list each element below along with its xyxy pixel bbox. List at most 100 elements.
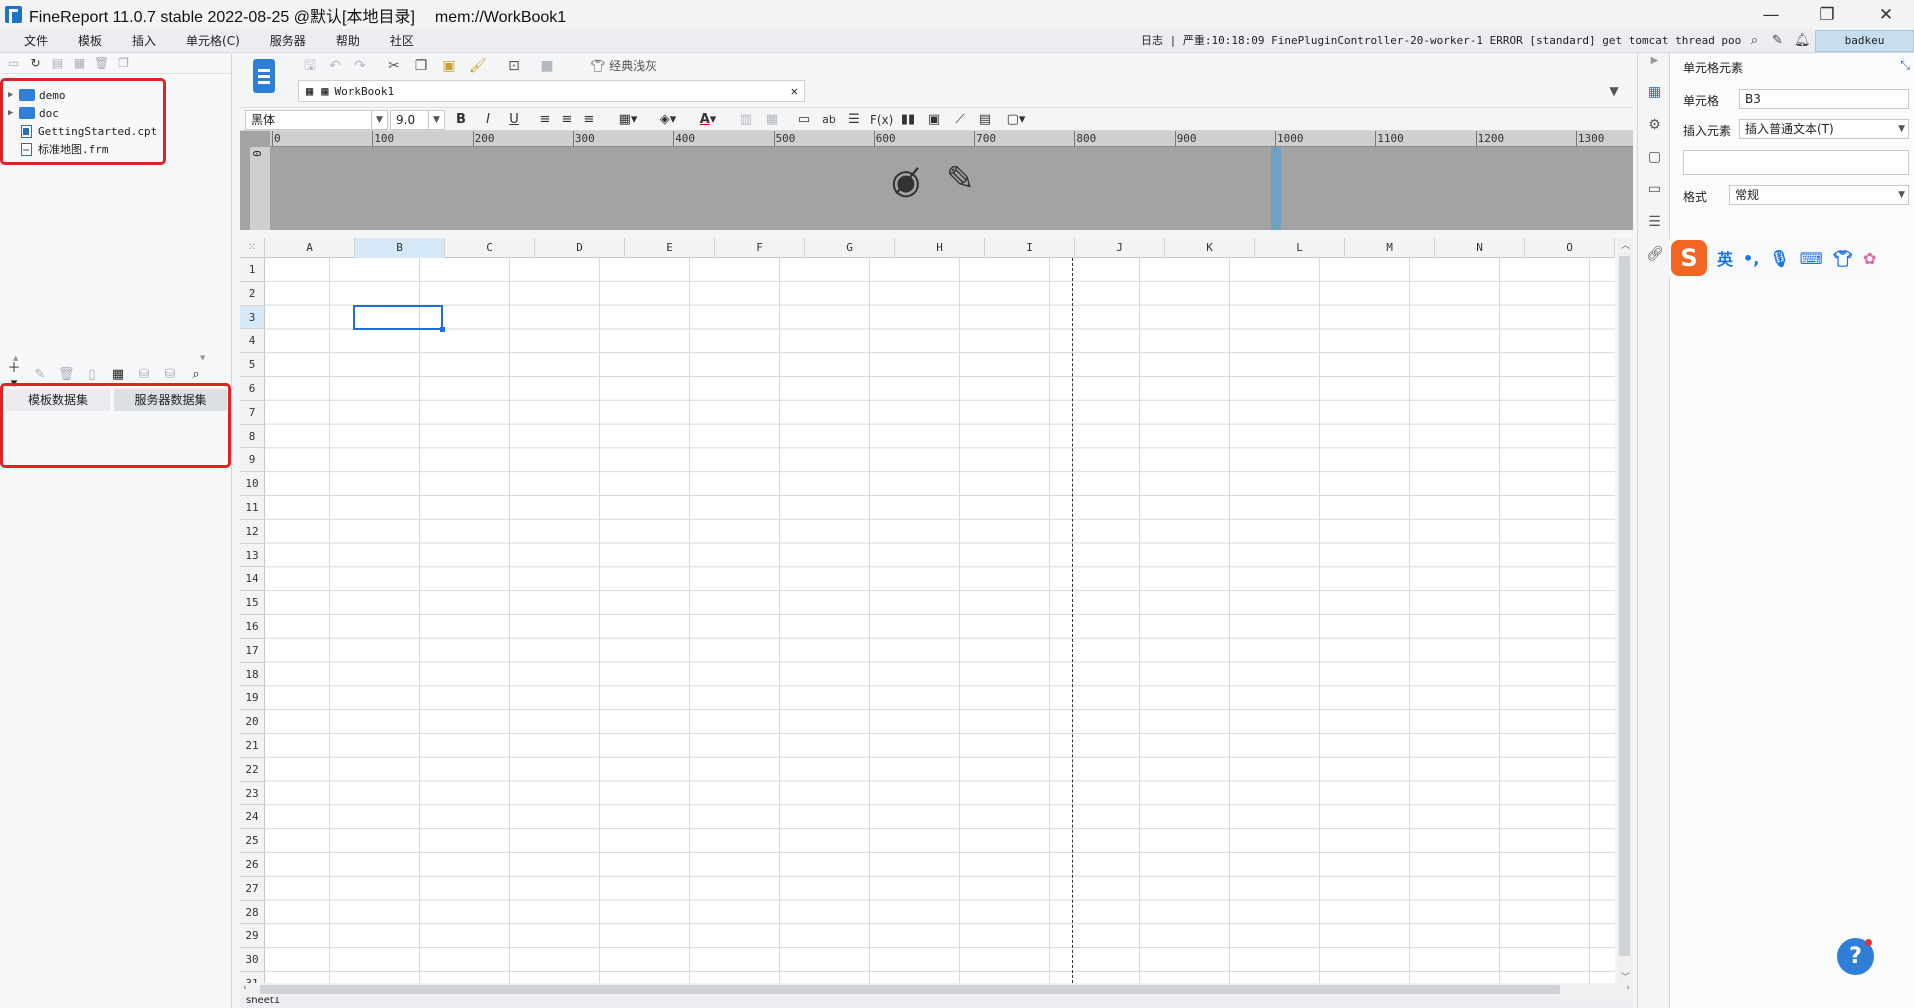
column-header-b[interactable]: B <box>355 238 445 258</box>
tab-workbook1[interactable]: ▦ ▦ WorkBook1 ✕ <box>298 80 805 102</box>
column-header-o[interactable]: O <box>1525 238 1615 258</box>
delete-icon[interactable]: 🗑︎ <box>94 57 109 70</box>
menu-cell[interactable]: 单元格(C) <box>174 29 252 53</box>
underline-icon[interactable]: U <box>506 111 522 129</box>
menu-community[interactable]: 社区 <box>378 29 426 53</box>
font-family-select[interactable]: 黑体 ▼ <box>245 110 388 130</box>
data-column-icon[interactable]: ▭ <box>796 111 812 129</box>
user-badge[interactable]: badkeu <box>1815 30 1914 52</box>
delete-dataset-icon[interactable]: 🗑︎ <box>58 367 75 382</box>
fill-color-icon[interactable]: ◈▾ <box>654 111 682 129</box>
vertical-scrollbar[interactable]: ︿ ﹀ <box>1617 238 1633 983</box>
sheet-tab[interactable]: sheet1 <box>246 997 280 1006</box>
column-header-f[interactable]: F <box>715 238 805 258</box>
align-center-icon[interactable]: ≡ <box>559 111 575 129</box>
row-header-26[interactable]: 26 <box>240 853 265 877</box>
row-header-13[interactable]: 13 <box>240 543 265 568</box>
format-painter-icon[interactable]: 🖌︎ <box>469 57 487 75</box>
close-icon[interactable]: ✕ <box>1858 0 1914 29</box>
edit-dataset-icon[interactable]: ✎ <box>32 367 48 382</box>
column-header-a[interactable]: A <box>265 238 355 258</box>
text-icon[interactable]: ab <box>821 111 837 129</box>
row-header-14[interactable]: 14 <box>240 567 265 592</box>
pin-icon[interactable]: ⤡ <box>1900 58 1910 73</box>
bell-icon[interactable]: 🔔︎ <box>1794 33 1811 48</box>
row-header-11[interactable]: 11 <box>240 496 265 520</box>
slash-icon[interactable]: ⟋ <box>952 111 968 129</box>
scroll-up-icon[interactable]: ︿ <box>1621 238 1630 251</box>
scroll-down-icon[interactable]: ﹀ <box>1621 970 1630 983</box>
more-insert-icon[interactable]: ▢▾ <box>1002 111 1030 129</box>
row-header-8[interactable]: 8 <box>240 424 265 449</box>
cell-attribute-icon[interactable]: ⚙ <box>1646 117 1663 134</box>
redo-icon[interactable]: ↷ <box>352 57 368 75</box>
rich-text-icon[interactable]: ☰ <box>846 111 862 129</box>
row-header-21[interactable]: 21 <box>240 734 265 758</box>
collapse-down-icon[interactable]: ▼ <box>200 354 205 362</box>
preview-dataset-icon[interactable]: ▦ <box>110 367 126 382</box>
keyboard-icon[interactable]: ⌨ <box>1800 249 1823 268</box>
copy-dataset-icon[interactable]: ▯ <box>84 367 100 382</box>
row-header-4[interactable]: 4 <box>240 329 265 354</box>
log-message[interactable]: 日志 | 严重:10:18:09 FinePluginController-20… <box>1141 29 1741 53</box>
row-header-29[interactable]: 29 <box>240 924 265 949</box>
row-header-28[interactable]: 28 <box>240 900 265 925</box>
restore-icon[interactable]: ❐ <box>1799 0 1855 29</box>
merge-cell-icon[interactable]: ▥ <box>738 111 754 129</box>
minimize-icon[interactable]: — <box>1743 0 1799 29</box>
open-icon[interactable]: ▤ <box>50 57 65 70</box>
row-header-18[interactable]: 18 <box>240 662 265 687</box>
menu-help[interactable]: 帮助 <box>324 29 372 53</box>
search-icon[interactable]: ⌕ <box>1747 33 1762 48</box>
scroll-left-icon[interactable]: ‹ <box>243 983 247 993</box>
eye-hidden-icon[interactable]: ◉̸ <box>891 162 921 202</box>
column-header-n[interactable]: N <box>1435 238 1525 258</box>
new-folder-icon[interactable]: ▭ <box>6 57 21 70</box>
tree-item-demo[interactable]: ▶ demo <box>8 86 66 104</box>
cell-element-icon[interactable]: ▦ <box>1646 84 1663 101</box>
border-icon[interactable]: ▦▾ <box>614 111 642 129</box>
style-button[interactable]: 👕︎ 经典浅灰 <box>590 57 670 75</box>
menu-server[interactable]: 服务器 <box>258 29 318 53</box>
row-header-19[interactable]: 19 <box>240 686 265 711</box>
ime-language[interactable]: 英 <box>1717 246 1733 270</box>
page-break-marker[interactable] <box>1271 147 1281 230</box>
font-size-select[interactable]: 9.0 ▼ <box>390 110 445 130</box>
column-header-j[interactable]: J <box>1075 238 1165 258</box>
column-header-h[interactable]: H <box>895 238 985 258</box>
align-left-icon[interactable]: ≡ <box>537 111 553 129</box>
scroll-thumb[interactable] <box>1619 256 1630 956</box>
hyperlink-icon[interactable]: 🔗︎ <box>1646 246 1664 263</box>
collapse-right-icon[interactable]: ▶ <box>1646 52 1663 69</box>
row-header-10[interactable]: 10 <box>240 472 265 496</box>
panel-splitter[interactable]: ▲ ▼ <box>0 354 231 362</box>
preview-icon[interactable]: ⊡ <box>506 57 522 75</box>
scroll-right-icon[interactable]: › <box>1626 983 1630 993</box>
row-header-30[interactable]: 30 <box>240 948 265 972</box>
widget-icon[interactable]: ■ <box>539 57 555 75</box>
close-tab-icon[interactable]: ✕ <box>791 84 798 98</box>
microphone-icon[interactable]: 🎙︎ <box>1769 249 1789 268</box>
row-header-3[interactable]: 3 <box>240 305 265 330</box>
cell-field[interactable]: B3 <box>1739 89 1909 109</box>
tab-template-dataset[interactable]: 模板数据集 <box>6 389 110 411</box>
menu-template[interactable]: 模板 <box>66 29 114 53</box>
column-header-k[interactable]: K <box>1165 238 1255 258</box>
form-icon[interactable]: ☰ <box>1646 214 1663 231</box>
apps-icon[interactable]: ✿ <box>1863 249 1876 268</box>
widget-settings-icon[interactable]: ▢ <box>1646 149 1663 166</box>
column-header-c[interactable]: C <box>445 238 535 258</box>
pencil-icon[interactable]: ✎ <box>946 159 975 199</box>
row-header-5[interactable]: 5 <box>240 353 265 377</box>
row-header-20[interactable]: 20 <box>240 710 265 734</box>
column-header-d[interactable]: D <box>535 238 625 258</box>
tab-server-dataset[interactable]: 服务器数据集 <box>114 389 227 411</box>
select-all-icon[interactable]: ⁙ <box>240 238 265 258</box>
db-icon[interactable]: ⛁ <box>162 367 178 382</box>
row-header-25[interactable]: 25 <box>240 829 265 853</box>
insert-element-select[interactable]: 插入普通文本(T) ▼ <box>1739 119 1909 139</box>
text-value-input[interactable] <box>1683 150 1909 175</box>
server-db-icon[interactable]: ⛁ <box>136 367 152 382</box>
row-header-2[interactable]: 2 <box>240 281 265 306</box>
selected-cell[interactable] <box>353 305 445 332</box>
